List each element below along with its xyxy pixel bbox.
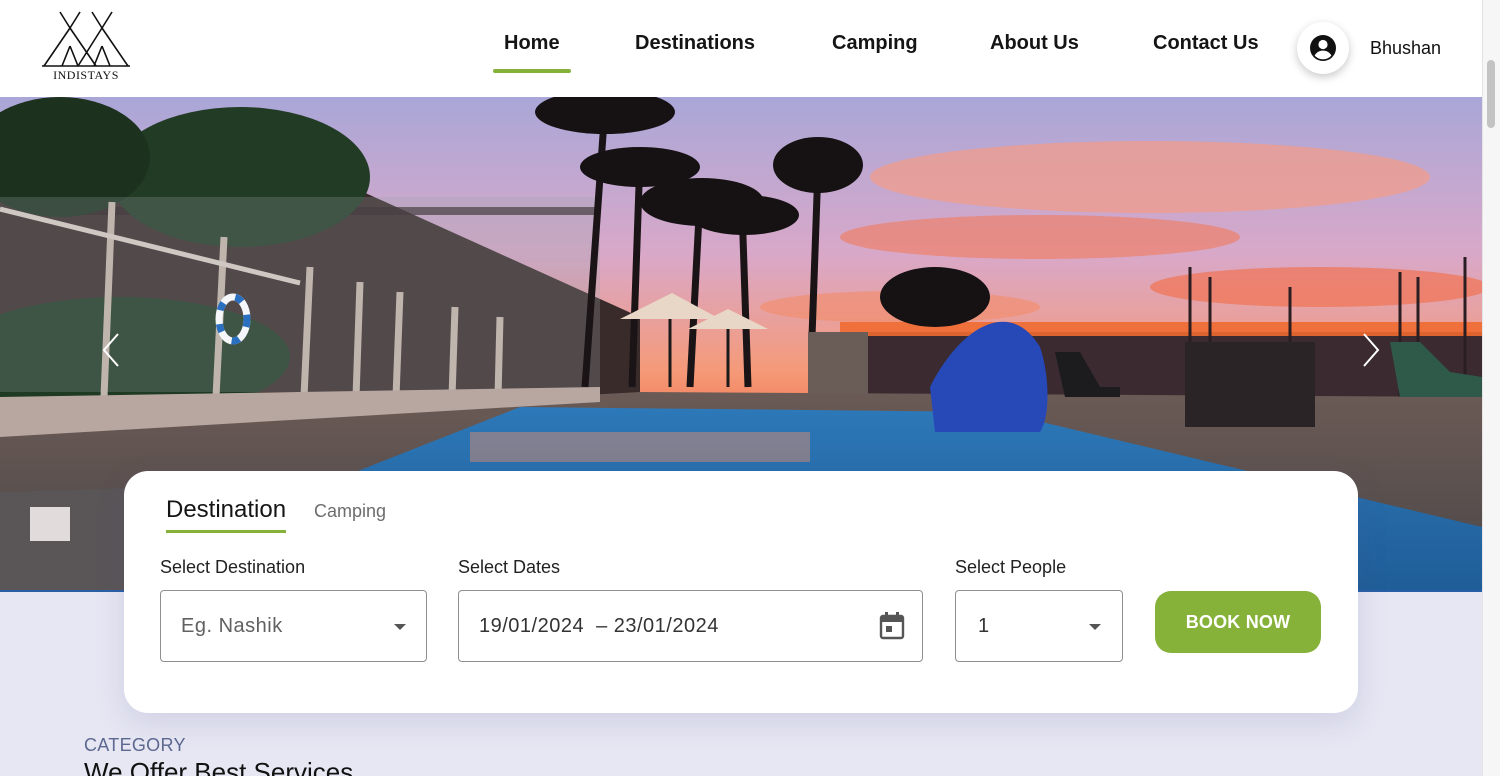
tab-destination[interactable]: Destination: [166, 496, 287, 533]
brand-name: INDISTAYS: [53, 68, 119, 82]
carousel-prev-button[interactable]: [96, 327, 126, 373]
chevron-down-icon: [1089, 624, 1101, 630]
account-circle-icon: [1310, 35, 1336, 61]
nav-destinations[interactable]: Destinations: [635, 32, 755, 74]
tent-logo-icon: [42, 11, 130, 67]
chevron-left-icon: [102, 333, 119, 367]
user-menu-button[interactable]: [1297, 22, 1349, 74]
destination-label: Select Destination: [160, 557, 306, 577]
site-header: INDISTAYS Home Destinations Camping Abou…: [0, 0, 1482, 97]
destination-select[interactable]: Eg. Nashik: [160, 590, 427, 662]
calendar-button[interactable]: [879, 612, 905, 645]
book-now-button[interactable]: BOOK NOW: [1155, 591, 1321, 653]
nav-camping[interactable]: Camping: [832, 32, 918, 74]
scrollbar-thumb[interactable]: [1487, 60, 1495, 128]
dates-label: Select Dates: [458, 557, 561, 577]
nav-contact-us[interactable]: Contact Us: [1153, 32, 1259, 74]
people-label: Select People: [955, 557, 1067, 577]
brand-logo[interactable]: INDISTAYS: [40, 8, 132, 84]
nav-home[interactable]: Home: [493, 32, 571, 74]
date-range-field[interactable]: 19/01/2024 – 23/01/2024: [458, 590, 923, 662]
category-eyebrow: CATEGORY: [84, 735, 186, 755]
date-separator: –: [596, 614, 608, 637]
chevron-right-icon: [1363, 333, 1380, 367]
calendar-icon: [879, 612, 905, 640]
nav-about-us[interactable]: About Us: [990, 32, 1079, 74]
tab-camping[interactable]: Camping: [314, 501, 386, 522]
category-title: We Offer Best Services: [84, 757, 354, 776]
people-select[interactable]: 1: [955, 590, 1123, 662]
carousel-next-button[interactable]: [1356, 327, 1386, 373]
people-value: 1: [978, 614, 990, 637]
user-name[interactable]: Bhushan: [1370, 38, 1441, 59]
chevron-down-icon: [394, 624, 406, 630]
booking-search-card: Destination Camping Select Destination E…: [124, 471, 1358, 713]
destination-placeholder: Eg. Nashik: [181, 614, 283, 637]
end-date[interactable]: 23/01/2024: [614, 615, 719, 638]
start-date[interactable]: 19/01/2024: [479, 615, 584, 638]
